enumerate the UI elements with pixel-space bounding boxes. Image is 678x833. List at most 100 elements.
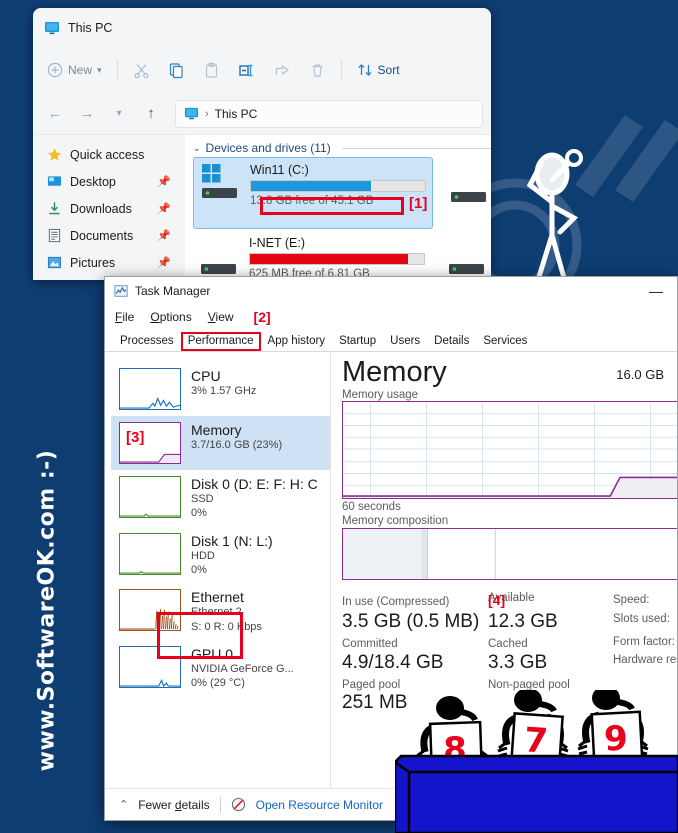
sidebar-item-quick-access[interactable]: Quick access bbox=[33, 141, 185, 168]
explorer-sidebar: Quick access Desktop 📌 Downloads 📌 Docum… bbox=[33, 135, 185, 280]
minimize-button[interactable]: — bbox=[635, 277, 677, 305]
back-button[interactable]: ← bbox=[41, 100, 69, 128]
heading-rule bbox=[341, 147, 491, 149]
memory-composition-graph bbox=[342, 528, 677, 580]
pin-icon[interactable]: 📌 bbox=[157, 229, 171, 242]
stat-value-available: 12.3 GB bbox=[488, 611, 558, 632]
resource-title: Ethernet bbox=[191, 589, 244, 606]
pictures-icon bbox=[47, 256, 62, 269]
forward-button[interactable]: → bbox=[73, 100, 101, 128]
breadcrumb-current[interactable]: This PC bbox=[215, 107, 258, 121]
drive-tile-offscreen-1[interactable] bbox=[443, 157, 491, 229]
tab-app-history[interactable]: App history bbox=[261, 332, 333, 351]
sidebar-item-label: Downloads bbox=[70, 201, 132, 216]
sidebar-item-documents[interactable]: Documents 📌 bbox=[33, 222, 185, 249]
task-manager-titlebar: Task Manager — bbox=[105, 277, 677, 305]
toolbar-divider bbox=[116, 60, 118, 80]
open-resource-monitor-link[interactable]: Open Resource Monitor bbox=[256, 798, 383, 812]
spec-label-hardware-reserved: Hardware reserved: bbox=[613, 654, 677, 667]
cut-button[interactable] bbox=[125, 55, 158, 85]
explorer-titlebar: This PC bbox=[33, 8, 491, 47]
trash-icon bbox=[312, 63, 323, 77]
sidebar-item-label: Desktop bbox=[70, 174, 116, 189]
copy-button[interactable] bbox=[160, 55, 193, 85]
cpu-thumbnail bbox=[119, 368, 181, 410]
cpu-sparkline bbox=[120, 396, 181, 409]
copy-icon bbox=[169, 62, 183, 78]
desktop-icon bbox=[47, 176, 62, 186]
gpu0-sparkline bbox=[120, 678, 180, 688]
share-icon bbox=[275, 64, 289, 75]
drive-name: Win11 (C:) bbox=[250, 163, 309, 177]
drive-usage-fill bbox=[251, 181, 372, 191]
svg-text:9: 9 bbox=[603, 718, 629, 759]
sort-button-label: Sort bbox=[377, 63, 400, 77]
delete-button[interactable] bbox=[301, 55, 334, 85]
resource-item-disk0[interactable]: Disk 0 (D: E: F: H: C SSD 0% bbox=[111, 470, 330, 527]
marker-1-label: [1] bbox=[409, 195, 428, 212]
memory-total: 16.0 GB bbox=[616, 367, 664, 382]
resource-title: Disk 0 (D: E: F: H: C bbox=[191, 476, 318, 492]
spec-label-form-factor: Form factor: bbox=[613, 636, 675, 648]
resource-item-ethernet[interactable]: Ethernet Ethernet 2 S: 0 R: 0 Kbps bbox=[111, 583, 330, 640]
explorer-toolbar: New ▾ Sort bbox=[33, 47, 491, 93]
judge-2: 7 bbox=[497, 690, 569, 766]
pin-icon[interactable]: 📌 bbox=[157, 256, 171, 269]
disk1-sparkline bbox=[120, 570, 180, 574]
sidebar-item-downloads[interactable]: Downloads 📌 bbox=[33, 195, 185, 222]
menu-file[interactable]: File bbox=[115, 310, 134, 324]
chevron-down-icon: ▾ bbox=[97, 64, 102, 75]
monitor-icon bbox=[45, 21, 59, 34]
devices-heading-label: Devices and drives (11) bbox=[205, 141, 331, 155]
tab-services[interactable]: Services bbox=[476, 332, 534, 351]
stat-label-available: Available bbox=[488, 592, 535, 604]
resource-item-memory[interactable]: [3] Memory 3.7/16.0 GB (23%) bbox=[111, 416, 330, 470]
resource-sub1: NVIDIA GeForce G... bbox=[191, 663, 294, 676]
paste-button[interactable] bbox=[195, 55, 228, 85]
new-button-label: New bbox=[68, 63, 93, 77]
resource-sub1: 3% 1.57 GHz bbox=[191, 385, 257, 398]
resource-item-disk1[interactable]: Disk 1 (N: L:) HDD 0% bbox=[111, 527, 330, 584]
resource-sub1: HDD bbox=[191, 549, 215, 562]
memory-composition-plot bbox=[343, 529, 496, 579]
drive-tile-e[interactable]: I-NET (E:) 625 MB free of 6.81 GB bbox=[193, 231, 431, 280]
new-button[interactable]: New ▾ bbox=[39, 55, 110, 85]
tab-startup[interactable]: Startup bbox=[332, 332, 383, 351]
resource-item-gpu0[interactable]: GPU 0 NVIDIA GeForce G... 0% (29 °C) bbox=[111, 640, 330, 697]
sidebar-item-desktop[interactable]: Desktop 📌 bbox=[33, 168, 185, 195]
ethernet-sparkline bbox=[120, 609, 179, 630]
drive-tile-offscreen-2[interactable] bbox=[441, 231, 491, 280]
share-button[interactable] bbox=[266, 55, 299, 85]
tab-users[interactable]: Users bbox=[383, 332, 427, 351]
sidebar-item-pictures[interactable]: Pictures 📌 bbox=[33, 249, 185, 276]
rename-button[interactable] bbox=[230, 55, 264, 85]
pin-icon[interactable]: 📌 bbox=[157, 202, 171, 215]
devices-group-heading[interactable]: ⌄ Devices and drives (11) bbox=[193, 141, 491, 155]
clipboard-icon bbox=[205, 62, 217, 78]
memory-heading: Memory bbox=[342, 356, 447, 388]
drive-tile-c[interactable]: Win11 (C:) 13.8 GB free of 45.1 GB bbox=[193, 157, 433, 229]
address-bar[interactable]: › This PC bbox=[175, 99, 483, 128]
up-button[interactable]: ↑ bbox=[137, 100, 165, 128]
chevron-down-icon: ⌄ bbox=[193, 142, 201, 153]
fewer-details-button[interactable]: Fewer details bbox=[138, 798, 209, 812]
resource-item-cpu[interactable]: CPU 3% 1.57 GHz bbox=[111, 362, 330, 416]
resource-title: Memory bbox=[191, 422, 242, 438]
stat-label-in-use: In use (Compressed) bbox=[342, 596, 450, 608]
resource-sub2: 0% (29 °C) bbox=[191, 677, 245, 690]
drive-free-text: 13.8 GB free of 45.1 GB bbox=[250, 195, 374, 207]
menu-view[interactable]: View bbox=[208, 310, 234, 324]
spec-label-speed: Speed: bbox=[613, 594, 650, 606]
tab-processes[interactable]: Processes bbox=[113, 332, 181, 351]
tab-performance[interactable]: Performance bbox=[180, 332, 261, 351]
tab-details[interactable]: Details bbox=[427, 332, 476, 351]
sort-button[interactable]: Sort bbox=[349, 55, 408, 85]
sort-arrows-icon bbox=[358, 64, 372, 76]
gpu0-thumbnail bbox=[119, 646, 181, 689]
stat-label-committed: Committed bbox=[342, 638, 398, 650]
recent-locations-button[interactable]: ▾ bbox=[105, 100, 133, 128]
sidebar-item-label: Quick access bbox=[70, 147, 145, 162]
resource-title: GPU 0 bbox=[191, 646, 234, 663]
menu-options[interactable]: Options bbox=[150, 310, 191, 324]
pin-icon[interactable]: 📌 bbox=[157, 175, 171, 188]
